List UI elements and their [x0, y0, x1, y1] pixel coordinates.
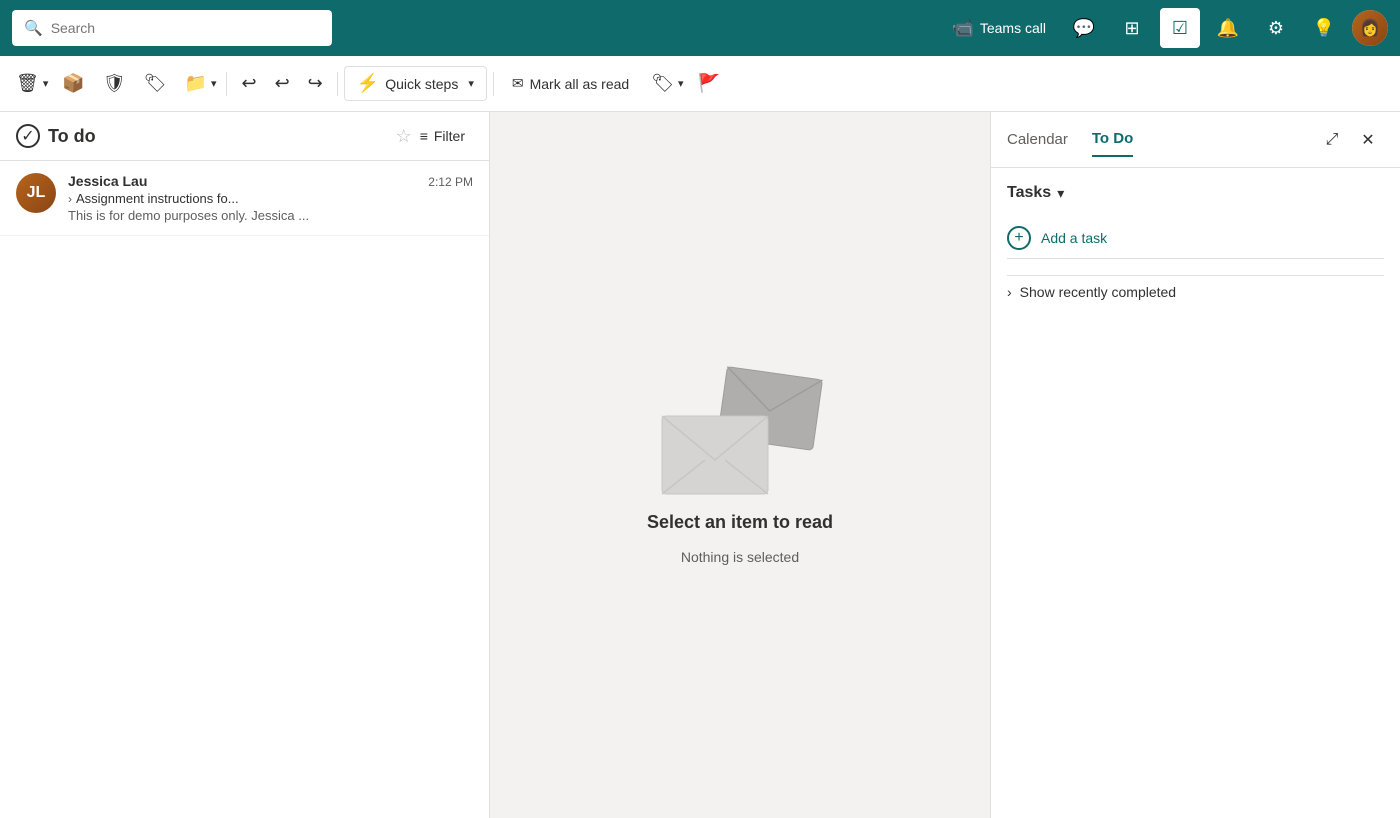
envelope-icon: ✉: [512, 75, 524, 92]
bell-icon: 🔔: [1217, 18, 1239, 39]
show-completed-chevron-icon: ›: [1007, 284, 1012, 300]
email-header-row: Jessica Lau 2:12 PM: [68, 173, 473, 189]
show-completed-label: Show recently completed: [1020, 284, 1176, 300]
reading-pane: Select an item to read Nothing is select…: [490, 112, 990, 818]
search-input[interactable]: [51, 20, 320, 36]
todo-panel-actions: ⤢ ✕: [1316, 124, 1384, 156]
tag-arrow: ▾: [678, 77, 684, 90]
quick-steps-label: Quick steps: [385, 76, 458, 92]
lightbulb-icon: 💡: [1313, 18, 1335, 39]
mail-panel-header: ✓ To do ☆ ≡ Filter: [0, 112, 489, 161]
avatar: JL: [16, 173, 56, 213]
envelope-illustration: [660, 366, 820, 496]
separator-1: [226, 72, 227, 96]
chat-icon: 💬: [1073, 18, 1095, 39]
settings-icon-button[interactable]: ⚙: [1256, 8, 1296, 48]
empty-state-title: Select an item to read: [647, 512, 833, 533]
move-button[interactable]: 📁 ▾: [177, 66, 221, 102]
folder-check-icon[interactable]: ✓: [16, 124, 40, 148]
avatar: 👩: [1352, 10, 1388, 46]
todo-icon: ☑: [1172, 18, 1188, 39]
tasks-section-title: Tasks: [1007, 184, 1051, 202]
email-sender: Jessica Lau: [68, 173, 147, 189]
envelope-front-svg: [660, 414, 770, 496]
todo-panel: Calendar To Do ⤢ ✕ Tasks ▾ + Add a task: [990, 112, 1400, 818]
filter-button[interactable]: ≡ Filter: [412, 124, 473, 148]
close-icon: ✕: [1361, 130, 1374, 150]
folder-title: To do: [48, 126, 388, 147]
topbar: 🔍 📹 Teams call 💬 ⊞ ☑ 🔔 ⚙ 💡 👩: [0, 0, 1400, 56]
expand-icon: ⤢: [1326, 131, 1339, 149]
email-subject: Assignment instructions fo...: [76, 191, 239, 206]
add-task-row[interactable]: + Add a task: [1007, 218, 1384, 259]
search-icon: 🔍: [24, 19, 43, 37]
flag-button[interactable]: 🚩: [690, 66, 728, 102]
separator-3: [493, 72, 494, 96]
archive-button[interactable]: 📦: [54, 66, 92, 102]
star-icon[interactable]: ☆: [396, 126, 412, 147]
reply-button[interactable]: ↩: [267, 66, 298, 102]
teams-call-label: Teams call: [980, 20, 1046, 36]
expand-icon-button[interactable]: ⤢: [1316, 124, 1348, 156]
delete-icon: 🗑: [16, 73, 39, 94]
apps-icon: ⊞: [1124, 18, 1139, 39]
separator-2: [337, 72, 338, 96]
reply-icon: ↩: [275, 73, 290, 94]
add-task-label: Add a task: [1041, 230, 1107, 246]
sweep-button[interactable]: 🛡: [95, 66, 134, 102]
chat-icon-button[interactable]: 💬: [1064, 8, 1104, 48]
move-icon: 📁: [185, 73, 207, 94]
chevron-right-icon: ›: [68, 192, 72, 206]
empty-state: Select an item to read Nothing is select…: [647, 366, 833, 565]
email-item[interactable]: JL Jessica Lau 2:12 PM › Assignment inst…: [0, 161, 489, 236]
user-avatar-button[interactable]: 👩: [1352, 10, 1388, 46]
email-subject-row: › Assignment instructions fo...: [68, 191, 473, 206]
archive-icon: 📦: [62, 73, 84, 94]
teams-call-button[interactable]: 📹 Teams call: [941, 12, 1056, 45]
email-content: Jessica Lau 2:12 PM › Assignment instruc…: [68, 173, 473, 223]
flag-icon: 🚩: [698, 73, 720, 94]
email-preview: This is for demo purposes only. Jessica …: [68, 208, 473, 223]
gear-icon: ⚙: [1268, 18, 1284, 39]
undo-icon: ↩: [241, 73, 256, 94]
move-arrow: ▾: [211, 77, 217, 90]
show-recently-completed-row[interactable]: › Show recently completed: [1007, 275, 1384, 308]
tab-calendar[interactable]: Calendar: [1007, 123, 1068, 156]
tasks-header: Tasks ▾: [1007, 184, 1384, 202]
mark-all-read-button[interactable]: ✉ Mark all as read: [500, 69, 641, 98]
label-icon: 🏷: [144, 73, 167, 94]
bell-icon-button[interactable]: 🔔: [1208, 8, 1248, 48]
label-button[interactable]: 🏷: [136, 66, 175, 102]
tasks-chevron-icon[interactable]: ▾: [1057, 185, 1064, 202]
toolbar: 🗑 ▾ 📦 🛡 🏷 📁 ▾ ↩ ↩ ↪ ⚡ Quick steps ▾ ✉ Ma…: [0, 56, 1400, 112]
mark-all-read-label: Mark all as read: [530, 76, 630, 92]
lightning-icon: ⚡: [357, 73, 379, 94]
apps-icon-button[interactable]: ⊞: [1112, 8, 1152, 48]
todo-panel-header: Calendar To Do ⤢ ✕: [991, 112, 1400, 168]
quick-steps-chevron: ▾: [468, 77, 474, 90]
tag-icon: 🏷: [651, 73, 674, 94]
delete-arrow: ▾: [43, 77, 49, 90]
tab-todo[interactable]: To Do: [1092, 122, 1133, 157]
undo-button[interactable]: ↩: [233, 66, 264, 102]
main-layout: ✓ To do ☆ ≡ Filter JL Jessica Lau 2:12 P…: [0, 112, 1400, 818]
quick-steps-button[interactable]: ⚡ Quick steps ▾: [344, 66, 487, 101]
filter-icon: ≡: [420, 128, 428, 144]
empty-state-subtitle: Nothing is selected: [681, 549, 799, 565]
search-box[interactable]: 🔍: [12, 10, 332, 46]
close-icon-button[interactable]: ✕: [1352, 124, 1384, 156]
add-task-plus-icon: +: [1007, 226, 1031, 250]
reply-all-button[interactable]: ↪: [300, 66, 331, 102]
sweep-icon: 🛡: [103, 73, 126, 94]
mail-panel: ✓ To do ☆ ≡ Filter JL Jessica Lau 2:12 P…: [0, 112, 490, 818]
email-time: 2:12 PM: [428, 175, 473, 189]
filter-label: Filter: [434, 128, 465, 144]
lightbulb-icon-button[interactable]: 💡: [1304, 8, 1344, 48]
todo-body: Tasks ▾ + Add a task › Show recently com…: [991, 168, 1400, 818]
tag-button[interactable]: 🏷 ▾: [643, 66, 687, 102]
delete-button[interactable]: 🗑 ▾: [8, 66, 52, 102]
reply-all-icon: ↪: [308, 73, 323, 94]
video-icon: 📹: [951, 18, 973, 39]
todo-icon-button[interactable]: ☑: [1160, 8, 1200, 48]
